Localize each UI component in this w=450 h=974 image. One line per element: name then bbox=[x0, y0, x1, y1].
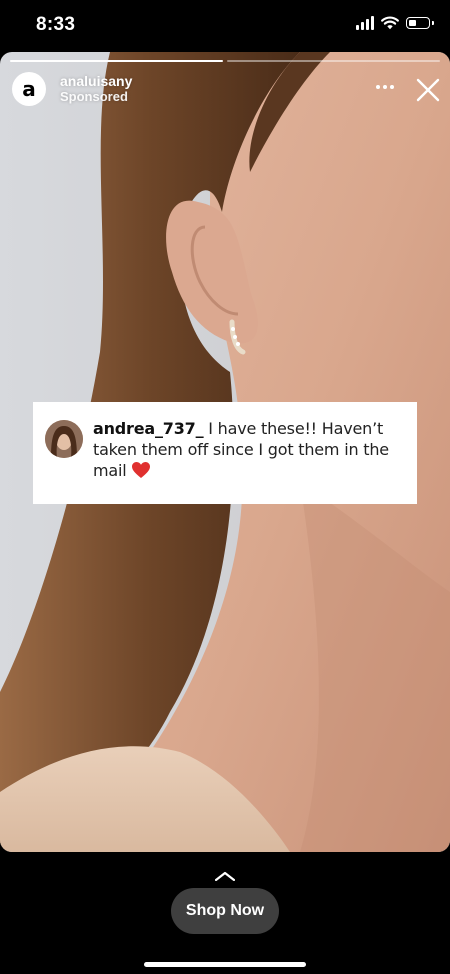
story-meta: analuisany Sponsored bbox=[60, 73, 132, 104]
bottom-bar: Shop Now bbox=[0, 852, 450, 974]
story-header[interactable]: a analuisany Sponsored bbox=[12, 72, 132, 106]
commenter-avatar bbox=[45, 420, 83, 458]
progress-fill bbox=[10, 60, 223, 62]
shop-now-button[interactable]: Shop Now bbox=[171, 888, 279, 934]
close-icon[interactable] bbox=[416, 78, 440, 102]
battery-icon bbox=[406, 17, 434, 29]
status-icons bbox=[356, 16, 434, 30]
sponsored-label: Sponsored bbox=[60, 88, 128, 104]
more-options-icon[interactable] bbox=[376, 85, 394, 89]
comment-sticker: andrea_737_ I have these!! Haven’t taken… bbox=[33, 402, 417, 504]
comment-text: andrea_737_ I have these!! Haven’t taken… bbox=[93, 418, 407, 481]
red-heart-icon bbox=[132, 462, 151, 478]
home-indicator[interactable] bbox=[144, 962, 306, 967]
progress-segment bbox=[227, 60, 440, 62]
wifi-icon bbox=[381, 16, 399, 30]
account-name[interactable]: analuisany bbox=[60, 73, 132, 89]
account-avatar[interactable]: a bbox=[12, 72, 46, 106]
cellular-signal-icon bbox=[356, 16, 374, 30]
story-progress-bar bbox=[10, 60, 440, 62]
comment-username: andrea_737_ bbox=[93, 419, 204, 438]
story-frame[interactable]: a analuisany Sponsored andrea_737_ I hav… bbox=[0, 52, 450, 852]
chevron-up-icon[interactable] bbox=[215, 871, 235, 881]
status-time: 8:33 bbox=[36, 14, 76, 35]
progress-segment bbox=[10, 60, 223, 62]
status-bar: 8:33 bbox=[0, 0, 450, 52]
